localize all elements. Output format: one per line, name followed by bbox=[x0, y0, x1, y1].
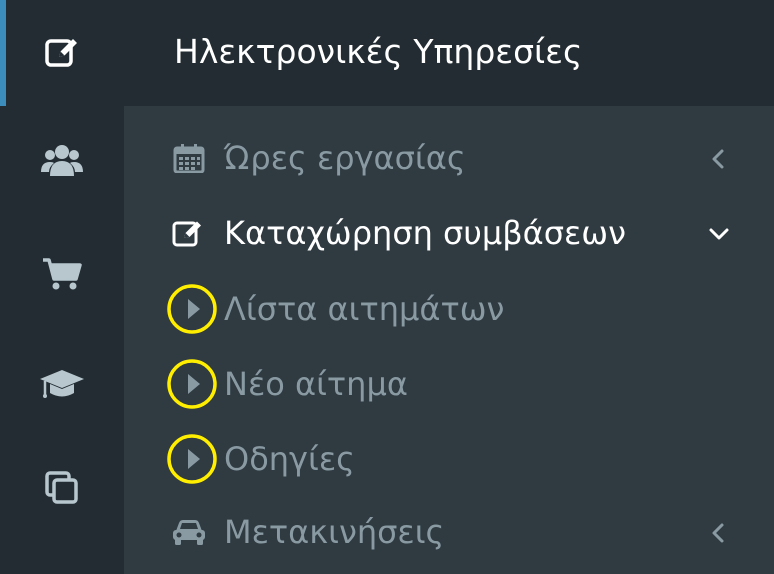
menu-item-label: Καταχώρηση συμβάσεων bbox=[224, 214, 626, 252]
graduation-cap-icon[interactable] bbox=[40, 362, 84, 406]
caret-right-icon bbox=[167, 284, 217, 334]
header-accent-bar bbox=[0, 0, 6, 106]
page-title[interactable]: Ηλεκτρονικές Υπηρεσίες bbox=[174, 30, 582, 74]
menu-item-contracts[interactable]: Καταχώρηση συμβάσεων bbox=[124, 203, 774, 263]
icon-rail bbox=[0, 106, 124, 574]
caret-right-icon bbox=[167, 359, 217, 409]
shopping-cart-icon[interactable] bbox=[40, 252, 84, 296]
submenu-item-label: Λίστα αιτημάτων bbox=[224, 290, 505, 328]
menu-item-transfers[interactable]: Μετακινήσεις bbox=[124, 502, 774, 562]
chevron-down-icon bbox=[709, 228, 729, 240]
calendar-icon bbox=[173, 144, 205, 173]
clone-icon[interactable] bbox=[40, 466, 84, 510]
caret-right-icon bbox=[167, 434, 217, 484]
users-icon[interactable] bbox=[40, 139, 84, 183]
edit-icon[interactable] bbox=[44, 34, 80, 70]
submenu-item-label: Νέο αίτημα bbox=[224, 365, 408, 403]
edit-icon bbox=[172, 221, 201, 247]
submenu-item-instructions[interactable]: Οδηγίες bbox=[124, 431, 774, 491]
car-icon bbox=[173, 520, 205, 545]
menu-item-label: Μετακινήσεις bbox=[224, 513, 445, 551]
submenu-item-new-request[interactable]: Νέο αίτημα bbox=[124, 356, 774, 416]
menu-item-work-hours[interactable]: Ώρες εργασίας bbox=[124, 128, 774, 188]
submenu-item-request-list[interactable]: Λίστα αιτημάτων bbox=[124, 281, 774, 341]
app-window: Ηλεκτρονικές Υπηρεσίες Ώρες εργασίας Κατ… bbox=[0, 0, 774, 574]
header-bar: Ηλεκτρονικές Υπηρεσίες bbox=[0, 0, 774, 106]
chevron-left-icon bbox=[712, 149, 724, 169]
chevron-left-icon bbox=[712, 523, 724, 543]
submenu-item-label: Οδηγίες bbox=[224, 440, 355, 478]
menu-item-label: Ώρες εργασίας bbox=[224, 139, 466, 177]
sidebar-menu: Ώρες εργασίας Καταχώρηση συμβάσεων Λίστα… bbox=[124, 106, 774, 574]
